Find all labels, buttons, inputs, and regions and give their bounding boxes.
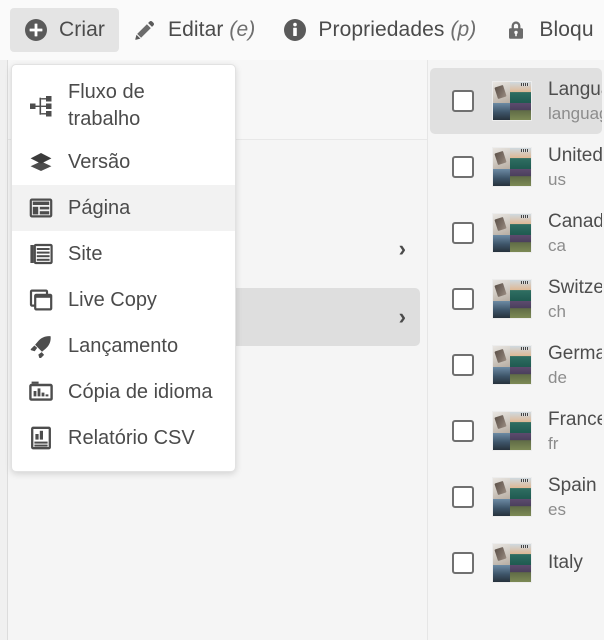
list-item-title: Switzerla: [548, 276, 602, 298]
create-button-label: Criar: [59, 18, 105, 41]
list-item-text: Switzerla ch: [548, 276, 602, 323]
list-item[interactable]: German de: [430, 332, 602, 398]
menu-item-label: Fluxo de trabalho: [68, 81, 145, 130]
list-item-subtitle: language: [548, 103, 602, 123]
row-checkbox[interactable]: [452, 486, 474, 508]
list-item-text: Language language: [548, 78, 602, 125]
row-checkbox[interactable]: [452, 90, 474, 112]
column-languages: Language language United S us Canada ca Switze…: [428, 60, 604, 640]
list-item-text: German de: [548, 342, 602, 389]
page-thumbnail: [492, 411, 532, 451]
list-item[interactable]: Canada ca: [430, 200, 602, 266]
list-item-subtitle: fr: [548, 433, 559, 453]
action-toolbar: Criar Editar (e) Propriedades (p) Bloqu: [0, 0, 604, 60]
info-circle-icon: [283, 18, 307, 42]
language-copy-icon: [28, 379, 54, 405]
list-item-text: Italy: [548, 551, 583, 575]
list-item-title: German: [548, 342, 602, 364]
list-item-title: Language: [548, 78, 602, 100]
list-item-text: Canada ca: [548, 210, 602, 257]
row-checkbox[interactable]: [452, 288, 474, 310]
edit-shortcut: (e): [229, 18, 256, 41]
row-checkbox[interactable]: [452, 222, 474, 244]
menu-item-label: Página: [68, 196, 131, 219]
create-dropdown-menu[interactable]: Fluxo de trabalho Versão Página Site Liv…: [11, 64, 236, 472]
menu-item-relat-rio-csv[interactable]: Relatório CSV: [12, 415, 235, 461]
properties-button[interactable]: Propriedades (p): [269, 8, 490, 52]
list-item-subtitle: de: [548, 367, 567, 387]
list-item-subtitle: es: [548, 499, 566, 519]
list-item[interactable]: Language language: [430, 68, 602, 134]
list-item-text: United S us: [548, 144, 602, 191]
csv-report-icon: [28, 425, 54, 451]
chevron-right-icon: ›: [398, 304, 406, 329]
page-thumbnail: [492, 477, 532, 517]
menu-item-vers-o[interactable]: Versão: [12, 139, 235, 185]
list-item[interactable]: Italy: [430, 530, 602, 596]
page-thumbnail: [492, 345, 532, 385]
chevron-right-icon: ›: [398, 236, 406, 261]
list-item[interactable]: United S us: [430, 134, 602, 200]
list-item-subtitle: ca: [548, 235, 566, 255]
list-item-title: Spain: [548, 474, 597, 496]
list-item-subtitle: us: [548, 169, 566, 189]
menu-item-site[interactable]: Site: [12, 231, 235, 277]
list-item-title: United S: [548, 144, 602, 166]
column-previous: [0, 60, 8, 640]
list-item[interactable]: Switzerla ch: [430, 266, 602, 332]
workflow-icon: [28, 93, 54, 119]
menu-item-label: Cópia de idioma: [68, 380, 213, 403]
menu-item-label: Lançamento: [68, 334, 179, 357]
lock-button[interactable]: Bloqu: [490, 8, 604, 52]
row-checkbox[interactable]: [452, 420, 474, 442]
add-circle-icon: [24, 18, 48, 42]
menu-item-p-gina[interactable]: Página: [12, 185, 235, 231]
properties-shortcut: (p): [450, 18, 477, 41]
page-icon: [28, 195, 54, 221]
menu-item-live-copy[interactable]: Live Copy: [12, 277, 235, 323]
edit-button-label: Editar (e): [168, 18, 256, 41]
page-thumbnail: [492, 81, 532, 121]
layers-icon: [28, 149, 54, 175]
live-copy-icon: [28, 287, 54, 313]
row-checkbox[interactable]: [452, 354, 474, 376]
list-item-text: France fr: [548, 408, 602, 455]
page-thumbnail: [492, 147, 532, 187]
page-thumbnail: [492, 213, 532, 253]
menu-item-label: Relatório CSV: [68, 426, 195, 449]
page-thumbnail: [492, 279, 532, 319]
row-checkbox[interactable]: [452, 156, 474, 178]
create-button[interactable]: Criar: [10, 8, 119, 52]
list-item-title: Canada: [548, 210, 602, 232]
list-item-text: Spain es: [548, 474, 597, 521]
menu-item-label: Live Copy: [68, 288, 157, 311]
page-thumbnail: [492, 543, 532, 583]
pencil-icon: [133, 18, 157, 42]
list-item[interactable]: France fr: [430, 398, 602, 464]
site-icon: [28, 241, 54, 267]
list-item-title: Italy: [548, 552, 583, 573]
list-item-title: France: [548, 408, 602, 430]
menu-item-c-pia-de-idioma[interactable]: Cópia de idioma: [12, 369, 235, 415]
menu-item-lan-amento[interactable]: Lançamento: [12, 323, 235, 369]
lock-button-label: Bloqu: [539, 18, 594, 41]
aem-sites-console: ents ents-examples › › LanguagelanguageU…: [0, 0, 604, 640]
properties-button-label: Propriedades (p): [318, 18, 477, 41]
edit-button[interactable]: Editar (e): [119, 8, 269, 52]
menu-item-label: Site: [68, 242, 103, 265]
menu-item-fluxo-de-trabalho[interactable]: Fluxo de trabalho: [12, 73, 235, 139]
row-checkbox[interactable]: [452, 552, 474, 574]
lock-icon: [504, 18, 528, 42]
list-item[interactable]: Spain es: [430, 464, 602, 530]
menu-item-label: Versão: [68, 150, 131, 173]
list-item-subtitle: ch: [548, 301, 566, 321]
rocket-icon: [28, 333, 54, 359]
